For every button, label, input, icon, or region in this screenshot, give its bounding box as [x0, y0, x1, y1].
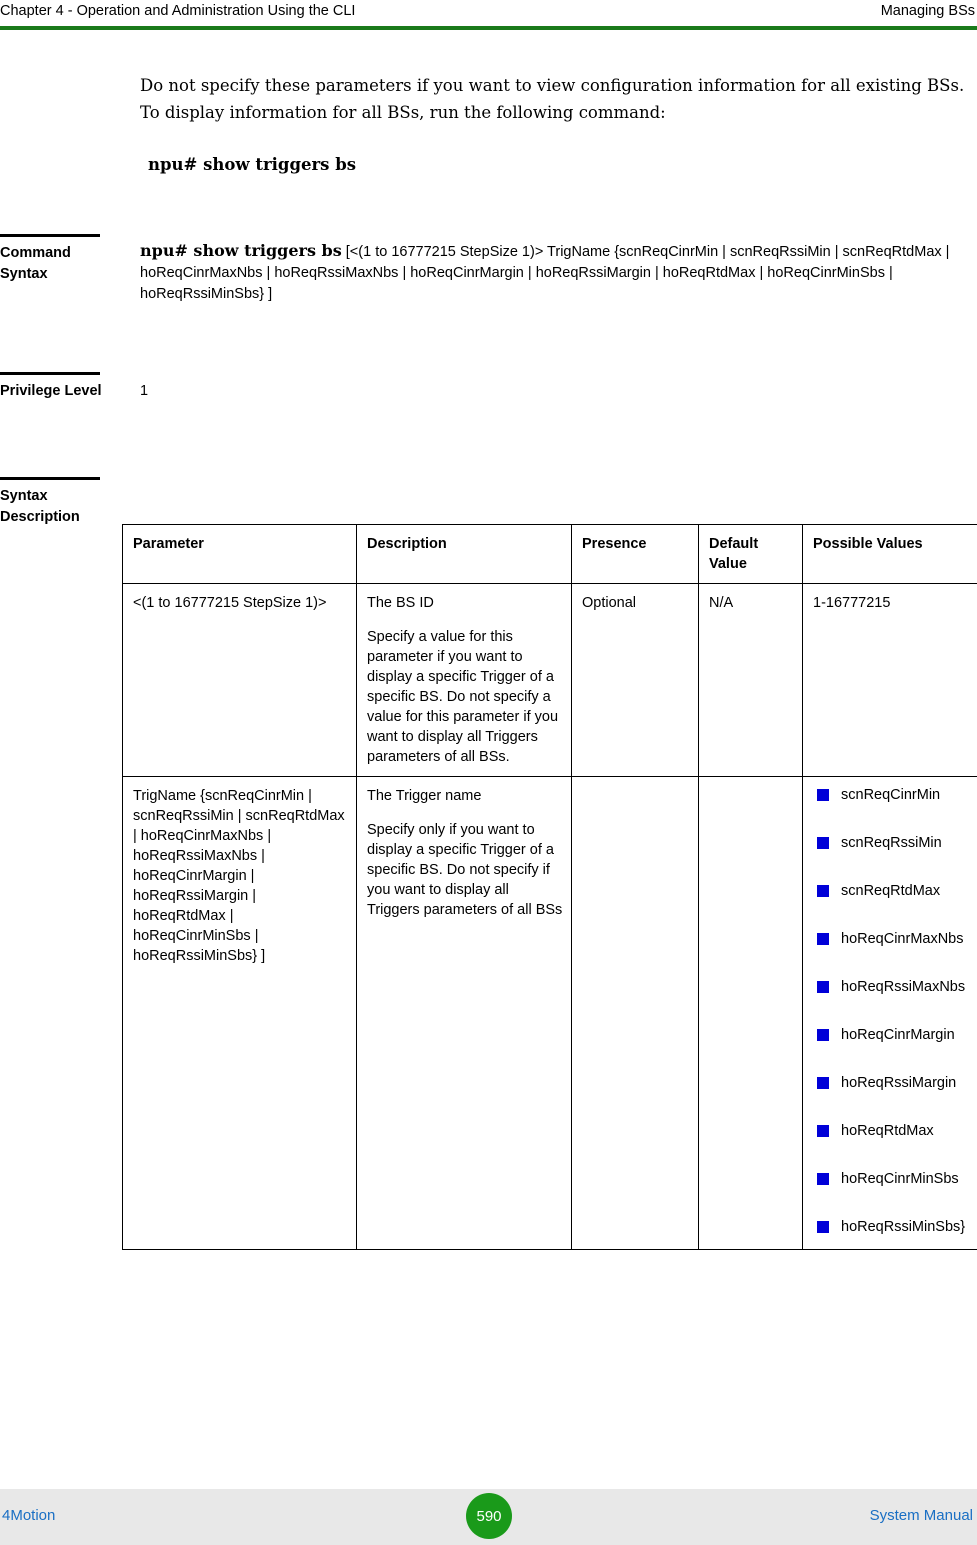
- possible-value-item: scnReqRtdMax: [813, 882, 977, 900]
- command-syntax-bold-text: npu# show triggers bs: [140, 241, 342, 260]
- cell-parameter: TrigName {scnReqCinrMin | scnReqRssiMin …: [122, 776, 357, 1250]
- footer-page-number: 590: [466, 1493, 512, 1539]
- possible-value-item: hoReqCinrMaxNbs: [813, 930, 977, 948]
- cell-default-value: [698, 776, 803, 1250]
- footer-brand: 4Motion: [2, 1507, 56, 1524]
- label-rule-privilege: [0, 372, 100, 375]
- command-syntax-value: npu# show triggers bs [<(1 to 16777215 S…: [140, 240, 975, 305]
- possible-value-item: hoReqCinrMargin: [813, 1026, 977, 1044]
- possible-value-item: hoReqRssiMargin: [813, 1074, 977, 1092]
- cell-description-line-2: Specify a value for this parameter if yo…: [367, 629, 559, 765]
- page-header: Chapter 4 - Operation and Administration…: [0, 0, 977, 30]
- possible-value-item: hoReqRtdMax: [813, 1122, 977, 1140]
- header-divider: [0, 26, 977, 30]
- cell-parameter: <(1 to 16777215 StepSize 1)>: [122, 583, 357, 777]
- possible-value-item: hoReqRssiMaxNbs: [813, 978, 977, 996]
- possible-value-item: hoReqRssiMinSbs}: [813, 1218, 977, 1236]
- cell-possible-values: 1-16777215: [802, 583, 977, 777]
- command-syntax-label-text: Command Syntax: [0, 245, 71, 282]
- footer-manual-title: System Manual: [869, 1507, 973, 1524]
- table-row: <(1 to 16777215 StepSize 1)> The BS ID S…: [122, 583, 977, 777]
- privilege-level-value: 1: [140, 383, 149, 399]
- syntax-description-label-text: Syntax Description: [0, 488, 80, 525]
- table-row: TrigName {scnReqCinrMin | scnReqRssiMin …: [122, 776, 977, 1250]
- label-rule-command: [0, 234, 100, 237]
- command-syntax-label: Command Syntax: [0, 234, 120, 285]
- label-rule-syntax: [0, 477, 100, 480]
- cell-default-value: N/A: [698, 583, 803, 777]
- possible-values-list: scnReqCinrMin scnReqRssiMin scnReqRtdMax ho…: [813, 786, 977, 1236]
- table-header-parameter: Parameter: [122, 524, 357, 584]
- document-page: Chapter 4 - Operation and Administration…: [0, 0, 977, 1545]
- intro-command: npu# show triggers bs: [148, 155, 357, 174]
- intro-paragraph: Do not specify these parameters if you w…: [140, 76, 965, 122]
- possible-value-item: scnReqRssiMin: [813, 834, 977, 852]
- cell-description-line-2: Specify only if you want to display a sp…: [367, 822, 563, 918]
- possible-value-item: scnReqCinrMin: [813, 786, 977, 804]
- syntax-description-label: Syntax Description: [0, 477, 120, 528]
- possible-value-item: hoReqCinrMinSbs: [813, 1170, 977, 1188]
- table-header-presence: Presence: [571, 524, 699, 584]
- cell-description: The BS ID Specify a value for this param…: [356, 583, 572, 777]
- cell-description-line-1: The BS ID: [367, 595, 434, 611]
- privilege-level-label-text: Privilege Level: [0, 383, 102, 399]
- syntax-description-table: Parameter Description Presence Default V…: [122, 524, 977, 1250]
- cell-presence: [571, 776, 699, 1250]
- table-header-description: Description: [356, 524, 572, 584]
- table-header-default-value: Default Value: [698, 524, 803, 584]
- cell-description-line-1: The Trigger name: [367, 788, 482, 804]
- cell-description: The Trigger name Specify only if you wan…: [356, 776, 572, 1250]
- cell-presence: Optional: [571, 583, 699, 777]
- table-header-row: Parameter Description Presence Default V…: [122, 524, 977, 584]
- header-chapter-title: Chapter 4 - Operation and Administration…: [0, 3, 356, 19]
- privilege-level-label: Privilege Level: [0, 372, 120, 402]
- page-footer: 4Motion 590 System Manual: [0, 1489, 977, 1545]
- table-header-possible-values: Possible Values: [802, 524, 977, 584]
- header-section-title: Managing BSs: [880, 3, 975, 19]
- cell-possible-values: scnReqCinrMin scnReqRssiMin scnReqRtdMax ho…: [802, 776, 977, 1250]
